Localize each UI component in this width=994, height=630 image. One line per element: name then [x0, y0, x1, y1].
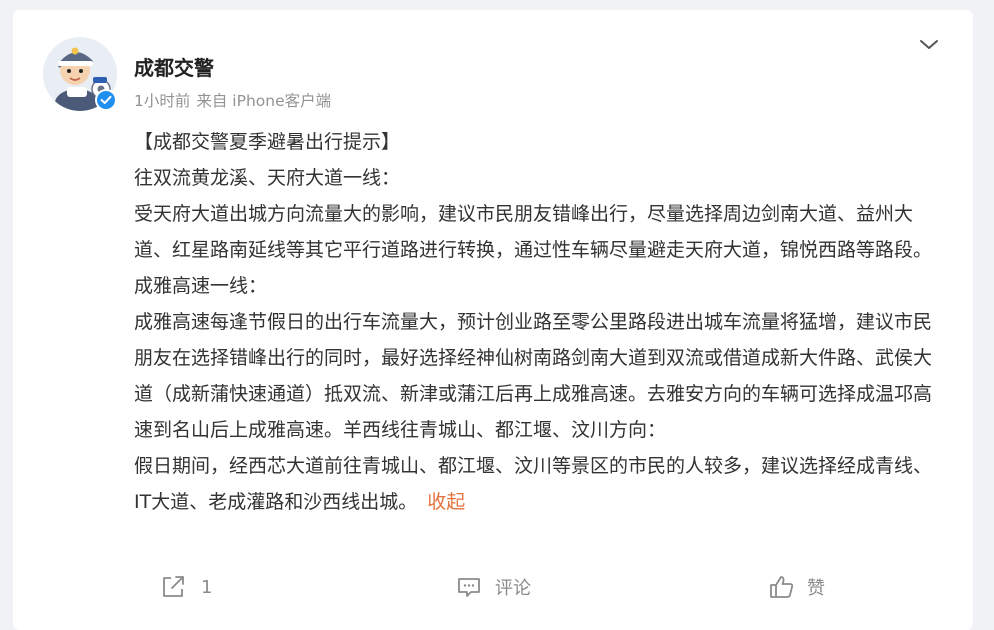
comment-button[interactable]: 评论	[457, 570, 531, 604]
post-source: 来自 iPhone客户端	[196, 92, 332, 110]
post-paragraph: 【成都交警夏季避暑出行提示】	[134, 131, 401, 153]
comment-icon	[457, 575, 481, 599]
verified-badge	[95, 89, 117, 111]
chevron-down-icon	[920, 40, 938, 49]
more-menu-button[interactable]	[918, 36, 940, 54]
share-count: 1	[201, 576, 213, 598]
share-button[interactable]: 1	[161, 570, 212, 604]
right-sidebar-edge	[986, 0, 994, 609]
post-paragraph: 成雅高速每逢节假日的出行车流量大，预计创业路至零公里路段进出城车流量将猛增，建议…	[134, 311, 933, 441]
weibo-post-card: 成都交警 1小时前 来自 iPhone客户端 【成都交警夏季避暑出行提示】 往双流…	[13, 10, 973, 630]
post-action-bar: 1 评论 赞	[13, 570, 973, 604]
author-name[interactable]: 成都交警	[134, 52, 214, 81]
collapse-link[interactable]: 收起	[427, 491, 465, 513]
post-paragraph: 受天府大道出城方向流量大的影响，建议市民朋友错峰出行，尽量选择周边剑南大道、益州…	[134, 203, 933, 297]
post-content: 【成都交警夏季避暑出行提示】 往双流黄龙溪、天府大道一线： 受天府大道出城方向流…	[134, 124, 942, 520]
like-button[interactable]: 赞	[769, 570, 825, 604]
post-meta: 1小时前 来自 iPhone客户端	[134, 89, 331, 111]
verified-badge-icon	[100, 95, 112, 104]
thumbs-up-icon	[769, 574, 795, 600]
post-time[interactable]: 1小时前	[134, 92, 190, 110]
post-paragraph-text: 假日期间，经西芯大道前往青城山、都江堰、汶川等景区的市民的人较多，建议选择经成青…	[134, 455, 933, 513]
post-paragraph-last: 假日期间，经西芯大道前往青城山、都江堰、汶川等景区的市民的人较多，建议选择经成青…	[134, 448, 942, 520]
share-icon	[161, 575, 187, 599]
post-paragraph: 往双流黄龙溪、天府大道一线：	[134, 167, 401, 189]
like-label: 赞	[807, 578, 825, 599]
comment-label: 评论	[495, 578, 531, 599]
